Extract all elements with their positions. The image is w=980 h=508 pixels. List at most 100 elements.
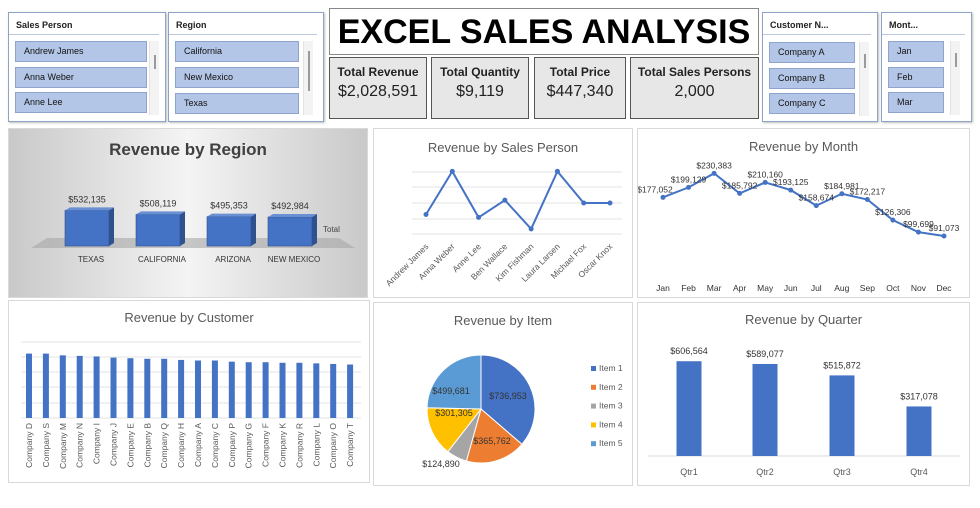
slicer-item[interactable]: Company A	[769, 42, 855, 63]
data-label: $736,953	[489, 391, 527, 401]
slicer-item[interactable]: Company C	[769, 93, 855, 114]
tick-label: Mar	[707, 283, 722, 293]
data-label: $515,872	[823, 360, 861, 370]
chart-revenue-by-customer[interactable]: Revenue by Customer Company D Company S Co…	[8, 300, 370, 483]
bar	[161, 358, 168, 418]
data-label: $126,306	[875, 207, 911, 217]
data-label: $158,674	[799, 193, 835, 203]
tick-label: Company B	[142, 423, 152, 468]
bar-top	[65, 207, 114, 211]
slicer-item[interactable]: New Mexico	[175, 67, 299, 88]
tick-label: ARIZONA	[215, 255, 251, 264]
data-point	[915, 229, 921, 235]
data-point	[581, 200, 587, 206]
slicer-region[interactable]: Region California New Mexico Texas	[168, 12, 324, 122]
data-label: $301,305	[435, 408, 473, 418]
legend-marker	[591, 441, 596, 447]
data-label: $193,125	[773, 177, 809, 187]
kpi-total-price: Total Price $447,340	[534, 57, 626, 119]
salesperson-chart-svg: Andrew JamesAnna WeberAnne LeeBen Wallac…	[384, 168, 622, 288]
slicer-item[interactable]: Anna Weber	[15, 67, 147, 88]
tick-label: Company D	[24, 423, 34, 468]
chart-revenue-by-region[interactable]: Revenue by Region $532,135 TEXAS $508,119 C…	[8, 128, 368, 298]
tick-label: Aug	[834, 283, 849, 293]
legend-label: Item 4	[599, 419, 623, 429]
bar	[59, 355, 66, 418]
slicer-header: Region	[169, 13, 317, 35]
data-label: $230,383	[696, 160, 732, 170]
kpi-label: Total Sales Persons	[637, 65, 752, 79]
data-label: $495,353	[210, 201, 248, 211]
legend-marker	[591, 366, 596, 371]
slicer-customer[interactable]: Customer N... Company A Company B Compan…	[762, 12, 878, 122]
data-point	[686, 184, 692, 190]
tick-label: Company P	[227, 423, 237, 468]
slicer-item[interactable]: Jan	[888, 41, 944, 62]
tick-label: Jan	[656, 283, 670, 293]
region-chart-svg: $532,135 TEXAS $508,119 CALIFORNIA $495,353 A…	[31, 194, 355, 264]
kpi-total-revenue: Total Revenue $2,028,591	[329, 57, 427, 119]
data-point	[528, 226, 534, 232]
slicer-scrollbar[interactable]	[950, 41, 960, 115]
data-point	[737, 190, 743, 196]
kpi-value: 2,000	[674, 83, 715, 100]
chart-revenue-by-month[interactable]: Revenue by Month $177,052 Jan $199,129 Feb $…	[637, 128, 970, 298]
data-label: $91,073	[929, 223, 960, 233]
data-point	[788, 187, 794, 193]
chart-revenue-by-quarter[interactable]: Revenue by Quarter $606,564 Qtr1 $589,077 Q…	[637, 302, 970, 486]
kpi-value: $2,028,591	[337, 83, 419, 100]
legend-label: Item 2	[599, 382, 623, 392]
tick-label: Dec	[936, 283, 952, 293]
slicer-item[interactable]: California	[175, 41, 299, 62]
item-chart-svg: $736,953 $365,762 $124,890 $301,305 $499,681…	[422, 354, 623, 469]
data-label: $365,762	[473, 436, 511, 446]
data-point	[711, 170, 717, 176]
tick-label: Company O	[328, 423, 338, 469]
slicer-sales-person[interactable]: Sales Person Andrew James Anna Weber Ann…	[8, 12, 166, 122]
slicer-item[interactable]: Feb	[888, 67, 944, 88]
chart-revenue-by-item[interactable]: Revenue by Item $736,953 $365,762 $124,890…	[373, 302, 633, 486]
kpi-label: Total Price	[549, 65, 611, 79]
slicer-scrollbar[interactable]	[303, 41, 313, 115]
bar	[211, 360, 218, 418]
month-chart-svg: $177,052 Jan $199,129 Feb $230,383 Mar $185,79…	[638, 160, 960, 293]
data-point	[813, 203, 819, 209]
slicer-item[interactable]: Company B	[769, 68, 855, 89]
bar	[676, 361, 702, 456]
tick-label: Company L	[311, 423, 321, 467]
slicer-scrollbar[interactable]	[859, 42, 869, 116]
bar	[144, 358, 151, 418]
tick-label: Company A	[193, 423, 203, 467]
slicer-item[interactable]: Anne Lee	[15, 92, 147, 113]
tick-label: Apr	[733, 283, 746, 293]
bar	[110, 357, 117, 418]
data-point	[762, 179, 768, 185]
bar	[752, 363, 778, 456]
chart-revenue-by-salesperson[interactable]: Revenue by Sales Person Andrew James Anna…	[373, 128, 633, 298]
slicer-item[interactable]: Mar	[888, 92, 944, 113]
tick-label: Qtr1	[680, 467, 698, 477]
slicer-item[interactable]: Andrew James	[15, 41, 147, 62]
legend-marker	[591, 403, 596, 409]
kpi-value: $447,340	[546, 83, 614, 100]
slicer-item[interactable]: Texas	[175, 93, 299, 114]
data-point	[502, 197, 508, 203]
tick-label: Company H	[176, 423, 186, 468]
slicer-month[interactable]: Mont... Jan Feb Mar	[881, 12, 972, 122]
bar	[245, 362, 252, 418]
series-line	[425, 169, 610, 231]
legend-marker	[591, 422, 596, 428]
bar-side	[180, 211, 185, 246]
data-point	[660, 194, 666, 200]
slicer-scrollbar[interactable]	[149, 41, 159, 115]
bar	[347, 364, 354, 418]
tick-label: Qtr2	[756, 467, 774, 477]
tick-label: Company E	[125, 423, 135, 468]
data-point	[941, 233, 947, 239]
tick-label: Company T	[345, 423, 355, 467]
data-label: $508,119	[140, 198, 177, 208]
bar	[296, 362, 303, 418]
data-point	[890, 217, 896, 223]
tick-label: Company Q	[159, 423, 169, 469]
bar	[26, 353, 32, 418]
